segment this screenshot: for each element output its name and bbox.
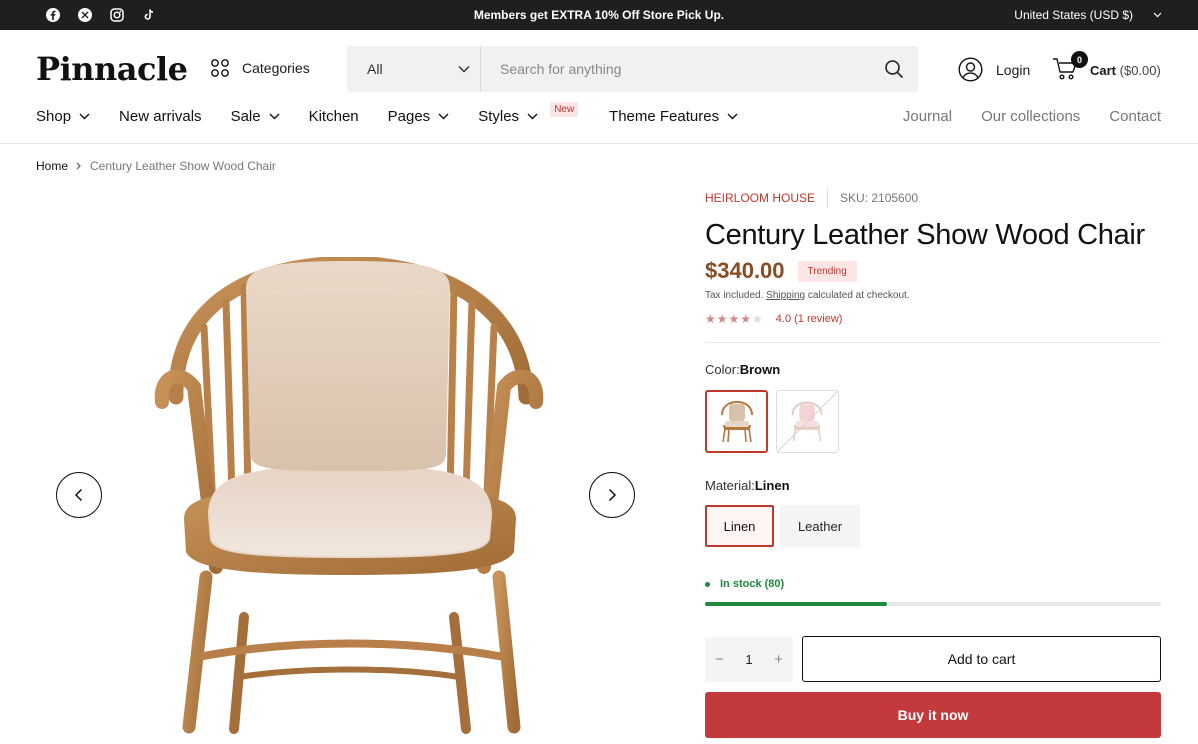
gallery-prev-button[interactable] [56,472,102,518]
quantity-decrease-button[interactable]: − [715,651,724,668]
search-category-select[interactable]: All [347,46,481,92]
breadcrumb-home[interactable]: Home [36,159,68,173]
user-icon [958,57,983,82]
nav-item-new-arrivals[interactable]: New arrivals [119,108,202,125]
announcement-bar: Members get EXTRA 10% Off Store Pick Up.… [0,0,1198,30]
search-bar: All Search for anything [347,46,918,92]
categories-button[interactable]: Categories [210,58,310,78]
search-button[interactable] [884,59,904,84]
vendor-link[interactable]: HEIRLOOM HOUSE [705,191,815,205]
categories-icon [211,59,229,77]
cart-link[interactable]: 0 Cart ($0.00) [1052,51,1161,84]
material-option-label: Material:Linen [705,478,790,493]
nav-label: Styles [478,108,520,125]
stock-progress-fill [705,602,888,606]
chevron-down-icon [527,113,538,120]
breadcrumb: Home Century Leather Show Wood Chair [36,159,276,173]
material-selected-value: Linen [754,478,790,493]
cart-total: ($0.00) [1119,63,1161,78]
new-badge: New [550,102,579,117]
stock-status: In stock (80) [705,578,784,590]
header-divider [0,143,1198,144]
site-logo[interactable]: Pinnacle [36,50,188,88]
vendor-row: HEIRLOOM HOUSE SKU: 2105600 [705,188,918,208]
price-row: $340.00 Trending [705,258,857,284]
nav-item-our-collections[interactable]: Our collections [981,108,1080,125]
login-link[interactable]: Login [958,57,1030,82]
material-label: Material: [705,478,755,493]
color-label: Color: [705,362,740,377]
product-rating: ★★★★★ 4.0 (1 review) [705,312,842,326]
color-selected-value: Brown [739,362,781,377]
breadcrumb-current: Century Leather Show Wood Chair [90,159,276,173]
currency-label: United States (USD $) [1014,8,1133,22]
color-swatch-brown[interactable] [705,390,768,453]
product-sku: SKU: 2105600 [840,191,919,205]
material-option-leather[interactable]: Leather [780,505,860,547]
chevron-left-icon [74,488,83,502]
secondary-nav: Journal Our collections Contact [903,108,1161,125]
buy-now-button[interactable]: Buy it now [705,692,1161,738]
chevron-down-icon [438,113,449,120]
main-nav: Shop New arrivals Sale Kitchen Pages Sty… [36,102,767,125]
chevron-down-icon [1153,12,1162,18]
nav-label: Kitchen [308,108,359,125]
product-gallery [36,185,656,744]
color-option-label: Color:Brown [705,362,780,377]
nav-label: New arrivals [119,108,202,125]
add-to-cart-button[interactable]: Add to cart [802,636,1161,682]
vendor-divider [827,188,829,208]
chevron-down-icon [269,113,280,120]
currency-selector[interactable]: United States (USD $) [1014,8,1162,22]
gallery-next-button[interactable] [589,472,635,518]
login-label: Login [996,61,1031,78]
cart-count-badge: 0 [1071,51,1088,68]
product-title: Century Leather Show Wood Chair [705,219,1145,251]
stock-text: In stock (80) [720,578,785,590]
nav-item-sale[interactable]: Sale [231,108,280,125]
chair-thumbnail-brown [720,400,753,442]
nav-item-theme-features[interactable]: Theme Features [609,108,738,125]
nav-item-kitchen[interactable]: Kitchen [309,108,359,125]
nav-label: Sale [230,108,261,125]
product-price: $340.00 [705,258,785,283]
quantity-stepper: − 1 + [705,637,793,682]
search-category-value: All [367,61,383,77]
chevron-down-icon [458,65,470,73]
chair-thumbnail-pink [777,391,838,452]
chevron-right-icon [76,162,81,170]
search-icon [885,60,904,79]
tax-note: Tax included. Shipping calculated at che… [705,290,910,301]
tax-prefix: Tax included. [705,290,764,301]
review-count-link[interactable]: 4.0 (1 review) [776,313,843,325]
tax-suffix: calculated at checkout. [807,290,910,301]
info-divider [705,342,1161,343]
trending-badge: Trending [797,260,857,282]
nav-item-journal[interactable]: Journal [903,108,952,125]
chevron-right-icon [608,488,617,502]
product-image[interactable] [154,257,544,737]
categories-label: Categories [242,60,310,76]
rating-stars: ★★★★★ [705,312,764,326]
quantity-increase-button[interactable]: + [774,651,783,668]
nav-label: Theme Features [609,108,720,125]
cart-label: Cart [1090,63,1117,78]
material-option-linen[interactable]: Linen [705,505,774,547]
nav-item-contact[interactable]: Contact [1109,108,1161,125]
color-swatch-pink[interactable] [776,390,839,453]
shipping-link[interactable]: Shipping [766,290,805,301]
quantity-input[interactable]: 1 [745,652,752,667]
nav-label: Pages [387,108,431,125]
stock-dot [705,581,710,587]
nav-item-shop[interactable]: Shop [36,108,90,125]
chevron-down-icon [727,113,738,120]
nav-item-pages[interactable]: Pages [388,108,450,125]
nav-item-styles[interactable]: Styles New [478,102,579,125]
nav-label: Shop [36,108,72,125]
stock-progress-bar [705,602,1161,606]
chevron-down-icon [79,113,90,120]
search-input[interactable]: Search for anything [500,61,621,77]
